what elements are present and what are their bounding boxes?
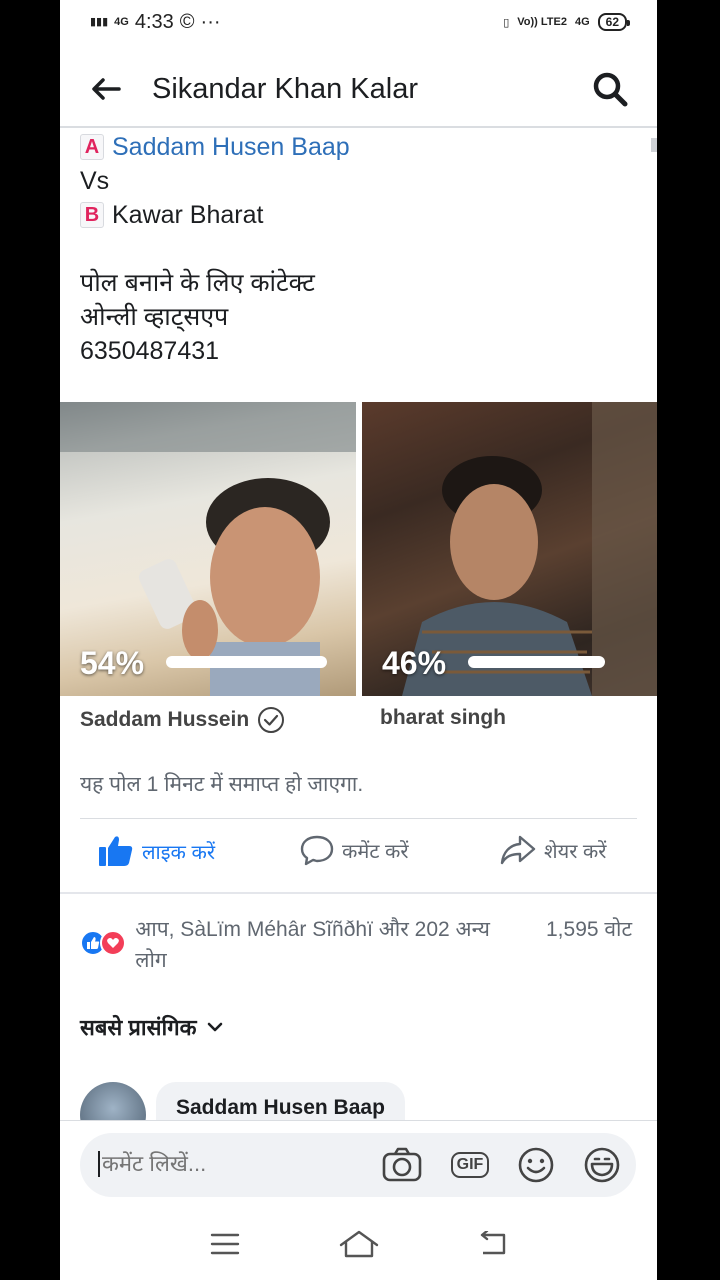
comment-bubble-icon <box>300 835 334 866</box>
network-label: 4G <box>114 16 129 28</box>
home-button[interactable] <box>338 1229 380 1264</box>
share-arrow-icon <box>500 835 536 865</box>
votes-count[interactable]: 1,595 वोट <box>546 914 632 945</box>
reactions-text: आप, SàLïm Méhâr Sĩñðhï और 202 अन्य लोग <box>135 918 490 972</box>
option-b-name[interactable]: bharat singh <box>380 706 506 730</box>
reactions-summary[interactable]: आप, SàLïm Méhâr Sĩñðhï और 202 अन्य लोग <box>80 914 520 976</box>
comment-sort-dropdown[interactable]: सबसे प्रासंगिक <box>80 1012 223 1042</box>
phone-number[interactable]: 6350487431 <box>80 334 640 368</box>
comment-composer: GIF <box>60 1120 657 1210</box>
menu-icon <box>210 1233 239 1254</box>
status-bar: ▮▮▮ 4G 4:33 © ··· ▯ Vo)) LTE2 4G 62 <box>60 0 657 44</box>
poll-option-a-image[interactable]: 54% <box>60 402 356 696</box>
page-title: Sikandar Khan Kalar <box>152 72 418 105</box>
option-b-name-text: bharat singh <box>380 706 507 729</box>
back-nav-button[interactable] <box>477 1229 509 1262</box>
smiley-icon <box>518 1147 554 1183</box>
signal-icon: ▮▮▮ <box>90 16 109 28</box>
composer-box: GIF <box>80 1133 636 1197</box>
battery-icon: 62 <box>597 13 631 31</box>
option-a-badge: A <box>80 134 104 160</box>
post-text: A Saddam Husen Baap Vs B Kawar Bharat पो… <box>80 130 640 368</box>
sort-label: सबसे प्रासंगिक <box>80 1015 197 1040</box>
whatsapp-icon: © <box>179 10 195 33</box>
system-nav-bar <box>60 1212 657 1280</box>
back-button[interactable] <box>60 51 152 127</box>
divider <box>80 818 637 819</box>
option-a-progress-bar <box>166 656 327 668</box>
emoji-button[interactable] <box>516 1145 556 1185</box>
back-arrow-icon <box>92 78 121 100</box>
contact-line: पोल बनाने के लिए कांटेक्ट <box>80 269 315 297</box>
scrollbar-thumb[interactable] <box>651 138 657 152</box>
sticker-button[interactable] <box>582 1145 622 1185</box>
camera-icon <box>382 1147 422 1182</box>
like-button[interactable]: लाइक करें <box>98 834 215 868</box>
gif-icon: GIF <box>450 1152 490 1178</box>
chevron-down-icon <box>207 1022 222 1032</box>
comment-button[interactable]: कमेंट करें <box>300 834 409 866</box>
battery-level: 62 <box>605 15 619 29</box>
post-actions: लाइक करें कमेंट करें शेयर करें <box>60 834 657 880</box>
top-app-bar: Sikandar Khan Kalar <box>60 52 657 128</box>
poll-end-note: यह पोल 1 मिनट में समाप्त हो जाएगा. <box>80 773 364 796</box>
camera-button[interactable] <box>382 1145 422 1185</box>
share-button[interactable]: शेयर करें <box>500 834 606 866</box>
app-screen: ▮▮▮ 4G 4:33 © ··· ▯ Vo)) LTE2 4G 62 Sika… <box>60 0 657 1280</box>
option-a-link[interactable]: Saddam Husen Baap <box>112 130 350 164</box>
more-notifications: ··· <box>200 10 221 33</box>
clock: 4:33 <box>134 10 174 33</box>
option-b-badge: B <box>80 202 104 228</box>
reaction-icons <box>80 930 135 976</box>
share-label: शेयर करें <box>544 840 607 863</box>
comment-input[interactable] <box>98 1151 358 1177</box>
comment-label: कमेंट करें <box>342 840 409 863</box>
sticker-icon <box>584 1147 620 1183</box>
like-label: लाइक करें <box>142 841 216 864</box>
network-right-label: 4G <box>574 16 590 28</box>
avatar[interactable] <box>80 1082 146 1122</box>
option-b-line: B Kawar Bharat <box>80 198 640 232</box>
gif-button[interactable]: GIF <box>450 1145 490 1185</box>
whatsapp-only-line: ओन्ली व्हाट्सएप <box>80 303 229 331</box>
option-b-percent: 46% <box>382 645 447 681</box>
comment-author[interactable]: Saddam Husen Baap <box>156 1082 405 1122</box>
vibrate-icon: ▯ <box>503 16 510 29</box>
comment-item: Saddam Husen Baap <box>80 1078 640 1122</box>
option-b-text: Kawar Bharat <box>112 201 264 229</box>
section-divider <box>60 892 657 894</box>
search-icon <box>593 72 628 107</box>
volte-label: Vo)) LTE2 <box>517 16 567 28</box>
poll-images: 54% 46% <box>60 402 657 696</box>
home-icon <box>339 1230 378 1257</box>
option-a-percent: 54% <box>80 645 145 681</box>
search-button[interactable] <box>591 70 631 110</box>
option-a-name[interactable]: Saddam Hussein <box>80 706 285 734</box>
option-b-progress-bar <box>468 656 605 668</box>
love-reaction-icon <box>100 930 126 956</box>
vs-text: Vs <box>80 167 110 195</box>
option-a-name-text: Saddam Hussein <box>80 708 250 731</box>
check-circle-icon <box>258 707 285 733</box>
back-nav-icon <box>480 1229 505 1254</box>
poll-option-b-image[interactable]: 46% <box>362 402 657 696</box>
thumbs-up-icon <box>99 836 133 866</box>
recent-apps-button[interactable] <box>209 1232 241 1261</box>
option-a-line: A Saddam Husen Baap <box>80 130 640 164</box>
